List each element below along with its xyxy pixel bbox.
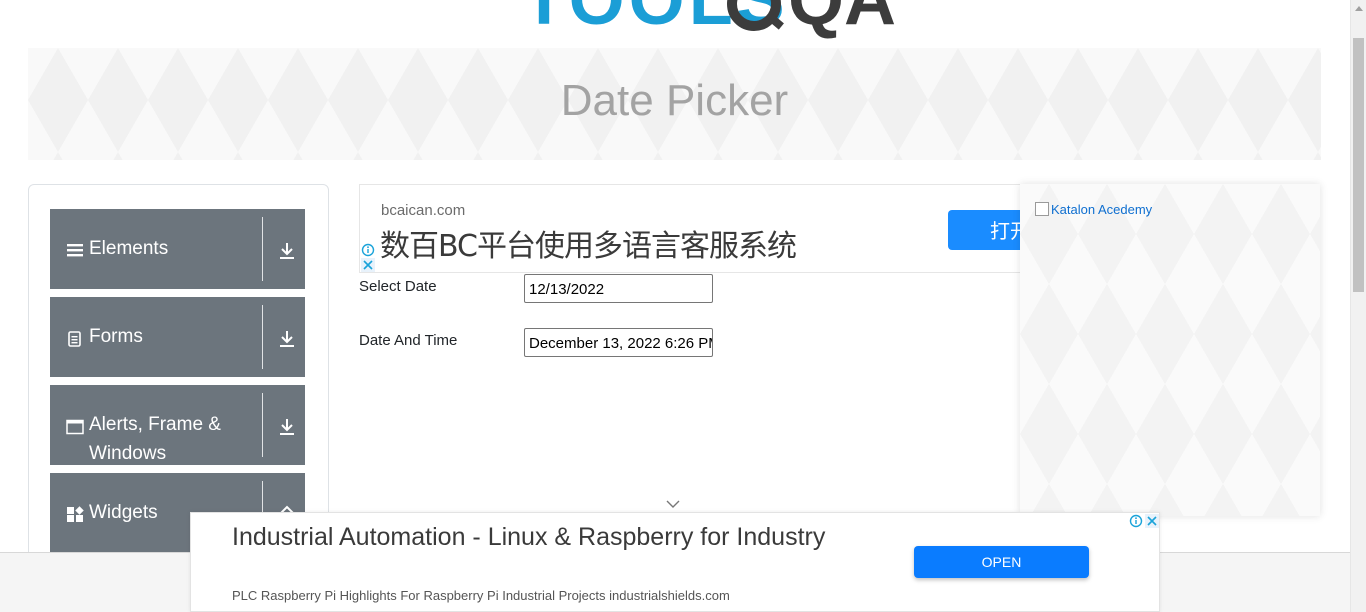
ad-image-alt-text: Katalon Acedemy xyxy=(1051,202,1153,217)
ad-subtext: PLC Raspberry Pi Highlights For Raspberr… xyxy=(232,588,730,603)
ad-close-icon[interactable] xyxy=(1145,514,1159,528)
select-date-input[interactable]: 12/13/2022 xyxy=(524,274,713,303)
ad-info-icon[interactable] xyxy=(361,243,375,257)
sidebar-group-elements[interactable]: Elements xyxy=(50,209,305,289)
broken-image-icon xyxy=(1035,202,1049,216)
sidebar-group-label: Forms xyxy=(89,326,143,347)
widgets-icon xyxy=(67,506,84,522)
ad-close-icon[interactable] xyxy=(361,258,375,272)
ad-banner-top[interactable]: bcaican.com 数百BC平台使用多语言客服系统 打开 xyxy=(359,184,1039,273)
document-icon xyxy=(68,331,81,347)
sidebar-group-label: Elements xyxy=(89,238,169,259)
ad-open-button[interactable]: OPEN xyxy=(914,546,1089,578)
select-date-label: Select Date xyxy=(359,278,437,295)
ad-sidebar-right[interactable]: Katalon Acedemy xyxy=(1020,184,1320,516)
ad-domain: bcaican.com xyxy=(381,202,466,219)
download-arrow-icon[interactable] xyxy=(278,241,296,261)
date-time-label: Date And Time xyxy=(359,332,458,349)
download-arrow-icon[interactable] xyxy=(278,329,296,349)
ad-image-broken[interactable]: Katalon Acedemy xyxy=(1035,202,1152,217)
scroll-up-arrow-icon[interactable] xyxy=(1355,6,1363,11)
ad-banner-bottom[interactable]: Industrial Automation - Linux & Raspberr… xyxy=(190,512,1160,612)
divider xyxy=(262,217,263,281)
date-time-input[interactable]: December 13, 2022 6:26 PM xyxy=(524,328,713,357)
ad-info-icon[interactable] xyxy=(1129,514,1143,528)
gear-icon xyxy=(727,0,784,31)
page: TOOLS QA Date Picker Elements Forms Aler… xyxy=(0,0,1366,612)
sidebar-group-forms[interactable]: Forms xyxy=(50,297,305,377)
ad-headline[interactable]: 数百BC平台使用多语言客服系统 xyxy=(380,221,797,265)
chevron-down-icon[interactable] xyxy=(666,499,680,509)
sidebar-group-alerts[interactable]: Alerts, Frame & Windows xyxy=(50,385,305,465)
divider xyxy=(262,305,263,369)
site-logo[interactable]: TOOLS QA xyxy=(522,0,896,40)
page-banner: Date Picker xyxy=(28,48,1321,160)
scrollbar-thumb[interactable] xyxy=(1353,38,1364,292)
sidebar-group-label: Alerts, Frame & Windows xyxy=(89,414,221,464)
ad-headline[interactable]: Industrial Automation - Linux & Raspberr… xyxy=(232,521,832,553)
page-title: Date Picker xyxy=(560,76,789,125)
download-arrow-icon[interactable] xyxy=(278,417,296,437)
menu-icon xyxy=(67,244,83,257)
logo-qa-letters: QA xyxy=(788,0,896,40)
page-scrollbar[interactable] xyxy=(1350,0,1366,612)
divider xyxy=(262,393,263,457)
window-icon xyxy=(66,419,84,435)
